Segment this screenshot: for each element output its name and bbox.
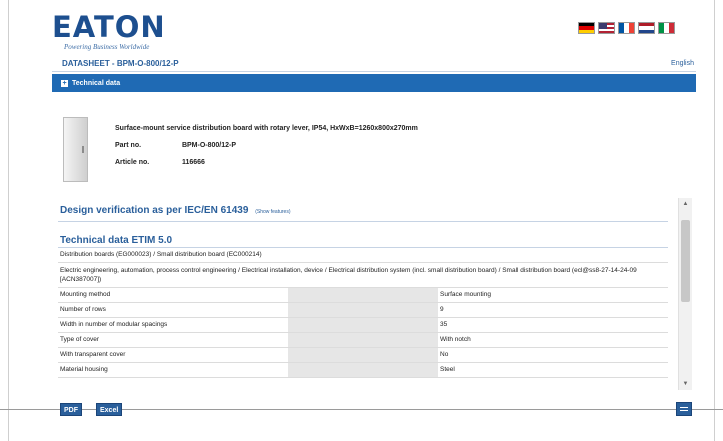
logo-wordmark-text: EATON: [52, 10, 166, 44]
feature-cell: Number of rows: [58, 302, 288, 318]
logo-wordmark: EATON: [52, 12, 182, 42]
class-path-cell: Electric engineering, automation, proces…: [58, 262, 668, 288]
table-row: Width in number of modular spacings 35: [58, 317, 668, 333]
table-row: Number of rows 9: [58, 302, 668, 318]
flag-us-icon[interactable]: [598, 22, 615, 34]
language-flags: [578, 22, 675, 34]
value-cell: Surface mounting: [438, 287, 668, 303]
table-row: Material housing Steel: [58, 362, 668, 378]
section-bar-label: Technical data: [72, 79, 121, 87]
technical-data-section-bar[interactable]: + Technical data: [52, 74, 696, 92]
show-features-link[interactable]: (Show features): [255, 209, 290, 215]
flag-nl-icon[interactable]: [638, 22, 655, 34]
class-cell: Distribution boards (EG000023) / Small d…: [58, 248, 668, 263]
feature-cell: With transparent cover: [58, 347, 288, 363]
scroll-up-arrow-icon[interactable]: ▲: [679, 198, 692, 210]
flag-fr-icon[interactable]: [618, 22, 635, 34]
value-cell: With notch: [438, 332, 668, 348]
flag-de-icon[interactable]: [578, 22, 595, 34]
design-verification-title: Design verification as per IEC/EN 61439: [60, 205, 249, 216]
datasheet-title: DATASHEET - BPM-O-800/12-P: [62, 59, 179, 68]
feedback-icon[interactable]: [676, 402, 692, 416]
part-number-label: Part no.: [115, 142, 142, 149]
pdf-button[interactable]: PDF: [60, 403, 82, 416]
datasheet-title-row: DATASHEET - BPM-O-800/12-P English: [52, 58, 696, 72]
scroll-down-arrow-icon[interactable]: ▼: [679, 378, 692, 390]
blank-cell: [288, 302, 438, 318]
flag-it-icon[interactable]: [658, 22, 675, 34]
eaton-logo: EATON Powering Business Worldwide: [52, 12, 182, 54]
part-number-value: BPM-O-800/12-P: [181, 142, 237, 149]
blank-cell: [288, 362, 438, 378]
feature-cell: Material housing: [58, 362, 288, 378]
blank-cell: [288, 287, 438, 303]
value-cell: No: [438, 347, 668, 363]
etim-heading: Technical data ETIM 5.0: [60, 235, 173, 246]
scrollbar-thumb[interactable]: [681, 220, 690, 302]
table-row: Mounting method Surface mounting: [58, 287, 668, 303]
blank-cell: [288, 332, 438, 348]
vertical-scrollbar[interactable]: ▲ ▼: [678, 198, 692, 390]
blank-cell: [288, 317, 438, 333]
article-number-row: Article no. 116666: [115, 159, 205, 166]
expand-plus-icon: +: [61, 79, 68, 87]
design-verification-heading: Design verification as per IEC/EN 61439 …: [60, 205, 291, 216]
table-row: Type of cover With notch: [58, 332, 668, 348]
technical-data-panel: Design verification as per IEC/EN 61439 …: [58, 198, 670, 390]
language-link[interactable]: English: [671, 60, 694, 67]
feature-cell: Type of cover: [58, 332, 288, 348]
table-row: Electric engineering, automation, proces…: [58, 262, 668, 288]
logo-tagline: Powering Business Worldwide: [64, 43, 150, 51]
divider: [58, 221, 668, 222]
table-row: With transparent cover No: [58, 347, 668, 363]
blank-cell: [288, 347, 438, 363]
article-number-label: Article no.: [115, 159, 150, 166]
frame-right-border: [714, 0, 715, 441]
value-cell: 35: [438, 317, 668, 333]
value-cell: 9: [438, 302, 668, 318]
frame-left-border: [8, 0, 9, 441]
feature-cell: Mounting method: [58, 287, 288, 303]
table-row: Distribution boards (EG000023) / Small d…: [58, 248, 668, 263]
feature-cell: Width in number of modular spacings: [58, 317, 288, 333]
article-number-value: 116666: [181, 159, 205, 166]
etim-table: Distribution boards (EG000023) / Small d…: [58, 248, 668, 378]
part-number-row: Part no. BPM-O-800/12-P: [115, 142, 236, 149]
product-description: Surface-mount service distribution board…: [115, 125, 418, 132]
product-image: [63, 117, 88, 182]
excel-button[interactable]: Excel: [96, 403, 123, 416]
value-cell: Steel: [438, 362, 668, 378]
